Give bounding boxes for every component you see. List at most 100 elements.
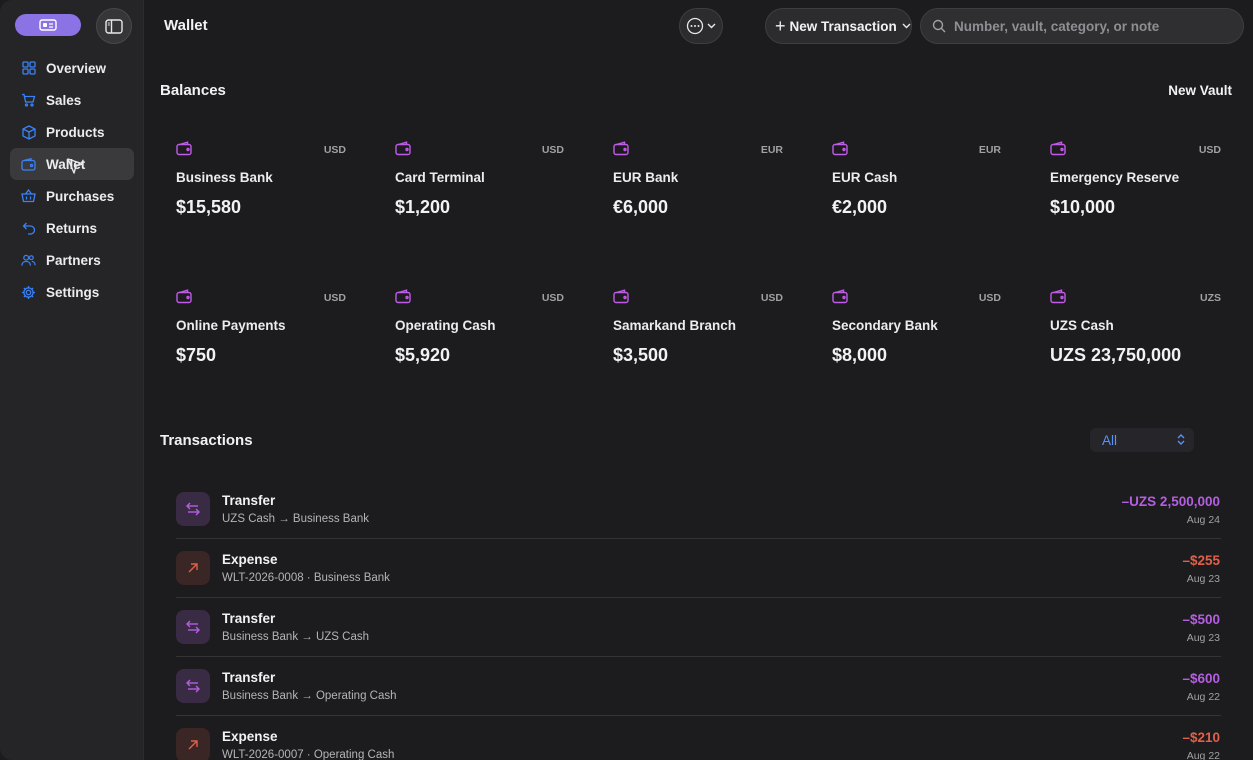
sidebar-item-label: Settings: [46, 284, 100, 300]
vault-currency: EUR: [760, 144, 783, 156]
transaction-detail: Business Bank → UZS Cash: [222, 631, 370, 643]
transaction-row[interactable]: Expense WLT-2026-0008 · Business Bank –$25…: [176, 539, 1221, 598]
wallet-icon: [832, 141, 848, 156]
transactions-title: Transactions: [160, 432, 253, 449]
sidebar-item-label: Returns: [46, 220, 98, 236]
profile-button[interactable]: [15, 14, 81, 36]
transaction-row[interactable]: Expense WLT-2026-0007 · Operating Cash –$2…: [176, 716, 1221, 760]
filter-value: All: [1102, 432, 1118, 448]
sidebar-item-purchases[interactable]: Purchases: [10, 180, 134, 212]
transaction-row[interactable]: Transfer Business Bank → Operating Cash –$…: [176, 657, 1221, 716]
basket-icon: [21, 189, 36, 204]
vault-card[interactable]: USD Emergency Reserve $10,000: [1050, 141, 1221, 241]
transaction-amount: –$255: [1182, 553, 1220, 568]
transaction-row[interactable]: Transfer UZS Cash → Business Bank –UZS 2,5…: [176, 480, 1221, 539]
mouse-cursor-icon: [67, 158, 84, 174]
sidebar-item-label: Purchases: [46, 188, 115, 204]
vault-currency: USD: [1198, 144, 1221, 156]
vault-card[interactable]: USD Secondary Bank $8,000: [832, 289, 1001, 389]
transaction-row[interactable]: Transfer Business Bank → UZS Cash –$500 Aug…: [176, 598, 1221, 657]
transaction-date: Aug 23: [1186, 632, 1220, 644]
sidebar-item-label: Partners: [46, 252, 101, 268]
transaction-type: Transfer: [222, 611, 276, 626]
chevron-down-icon: [902, 23, 911, 29]
vault-card[interactable]: EUR EUR Bank €6,000: [613, 141, 783, 241]
transfer-arrows-icon: [176, 492, 210, 526]
transaction-list: Transfer UZS Cash → Business Bank –UZS 2,5…: [176, 480, 1221, 760]
vault-currency: USD: [978, 292, 1001, 304]
wallet-icon: [395, 141, 411, 156]
balances-title: Balances: [160, 82, 226, 99]
sidebar-item-settings[interactable]: Settings: [10, 276, 134, 308]
vault-name: Online Payments: [176, 318, 286, 333]
more-options-button[interactable]: [679, 8, 723, 44]
new-transaction-button[interactable]: + New Transaction: [765, 8, 912, 44]
vault-currency: USD: [541, 292, 564, 304]
transaction-filter-select[interactable]: All: [1090, 428, 1194, 452]
wallet-icon: [1050, 289, 1066, 304]
sidebar-top: [15, 8, 132, 44]
transaction-date: Aug 24: [1186, 514, 1220, 526]
wallet-icon: [176, 141, 192, 156]
transaction-detail: UZS Cash → Business Bank: [222, 513, 370, 525]
sidebar-item-sales[interactable]: Sales: [10, 84, 134, 116]
vault-name: Samarkand Branch: [613, 318, 737, 333]
page-title: Wallet: [164, 17, 208, 34]
sidebar-nav: Overview Sales Products Wallet Purchases…: [10, 52, 134, 308]
vault-currency: USD: [323, 292, 346, 304]
cart-icon: [21, 93, 36, 108]
transaction-detail: Business Bank → Operating Cash: [222, 690, 397, 702]
wallet-icon: [832, 289, 848, 304]
sidebar-item-partners[interactable]: Partners: [10, 244, 134, 276]
sidebar: Overview Sales Products Wallet Purchases…: [0, 0, 144, 760]
transaction-date: Aug 23: [1186, 573, 1220, 585]
transaction-type: Transfer: [222, 670, 276, 685]
vault-currency: USD: [541, 144, 564, 156]
sidebar-toggle-icon: [105, 18, 123, 34]
vault-name: EUR Bank: [613, 170, 679, 185]
vault-card[interactable]: USD Operating Cash $5,920: [395, 289, 564, 389]
transfer-arrows-icon: [176, 610, 210, 644]
vault-currency: USD: [760, 292, 783, 304]
vault-balance: €2,000: [832, 197, 888, 217]
wallet-icon: [21, 157, 36, 172]
vault-name: Secondary Bank: [832, 318, 938, 333]
vault-card[interactable]: UZS UZS Cash UZS 23,750,000: [1050, 289, 1221, 389]
vault-card[interactable]: USD Online Payments $750: [176, 289, 346, 389]
vault-card[interactable]: EUR EUR Cash €2,000: [832, 141, 1001, 241]
vault-balance: €6,000: [613, 197, 669, 217]
sidebar-item-returns[interactable]: Returns: [10, 212, 134, 244]
vault-currency: USD: [323, 144, 346, 156]
app-window: Overview Sales Products Wallet Purchases…: [0, 0, 1253, 760]
transaction-amount: –UZS 2,500,000: [1121, 494, 1220, 509]
transaction-type: Transfer: [222, 493, 276, 508]
toggle-sidebar-button[interactable]: [96, 8, 132, 44]
vault-balance: UZS 23,750,000: [1050, 345, 1182, 365]
vault-card[interactable]: USD Samarkand Branch $3,500: [613, 289, 783, 389]
search-field[interactable]: [920, 8, 1244, 44]
vault-name: Card Terminal: [395, 170, 485, 185]
box-icon: [21, 124, 36, 140]
vault-card[interactable]: USD Card Terminal $1,200: [395, 141, 564, 241]
return-arrow-icon: [21, 221, 36, 236]
sidebar-item-label: Overview: [46, 60, 107, 76]
vault-balance: $3,500: [613, 345, 669, 365]
new-vault-button[interactable]: New Vault: [1168, 83, 1232, 98]
transaction-type: Expense: [222, 552, 278, 567]
transaction-date: Aug 22: [1186, 750, 1220, 760]
sidebar-item-overview[interactable]: Overview: [10, 52, 134, 84]
vault-balance: $8,000: [832, 345, 888, 365]
new-transaction-label: New Transaction: [789, 18, 897, 34]
wallet-icon: [395, 289, 411, 304]
vault-card[interactable]: USD Business Bank $15,580: [176, 141, 346, 241]
transaction-amount: –$210: [1182, 730, 1220, 745]
transaction-amount: –$500: [1182, 612, 1220, 627]
sidebar-item-label: Sales: [46, 92, 82, 108]
toolbar: Wallet + New Transaction: [144, 0, 1253, 52]
transfer-arrows-icon: [176, 669, 210, 703]
sidebar-item-products[interactable]: Products: [10, 116, 134, 148]
id-card-icon: [39, 19, 57, 31]
expense-arrow-icon: [176, 728, 210, 760]
people-icon: [21, 253, 36, 268]
search-input[interactable]: [954, 18, 1234, 34]
